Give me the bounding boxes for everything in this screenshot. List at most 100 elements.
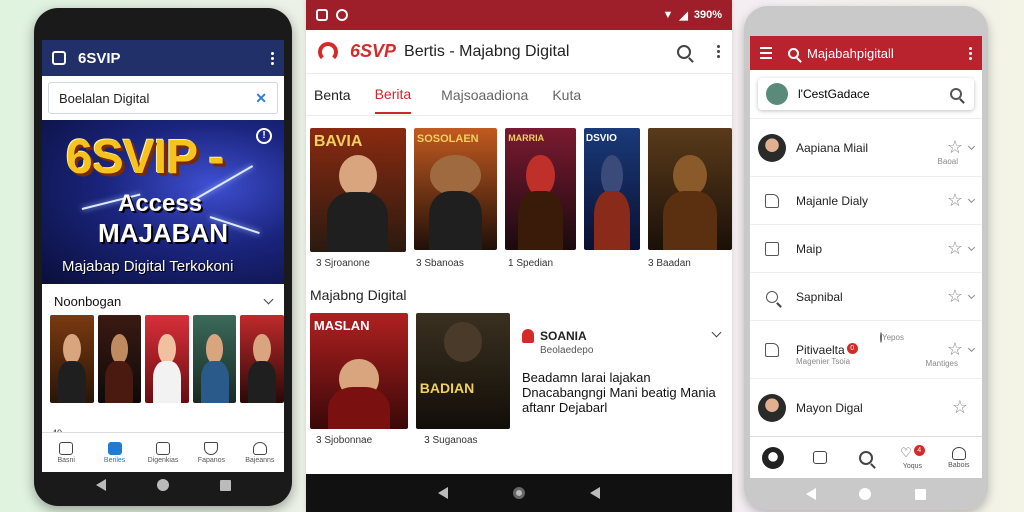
chevron-down-icon[interactable]: [967, 195, 976, 203]
extra-action[interactable]: Yepos: [880, 332, 904, 343]
left-search-bar[interactable]: Boelalan Digital ✕: [48, 82, 278, 114]
poster-title: DSVIO: [585, 132, 617, 144]
poster-card[interactable]: [192, 315, 237, 403]
star-icon[interactable]: ☆: [947, 190, 963, 211]
nav-item-account[interactable]: [750, 437, 796, 478]
list-item[interactable]: Mayon Digal ☆: [750, 379, 982, 437]
promo-banner[interactable]: 6SVIP - ! Access MAJABAN Majabap Digital…: [42, 120, 284, 284]
back-icon[interactable]: [438, 487, 449, 499]
left-system-nav: [34, 464, 292, 506]
back-icon[interactable]: [589, 487, 600, 499]
left-app-title: 6SVIP: [78, 49, 121, 67]
chevron-down-icon[interactable]: [967, 243, 976, 251]
poster-label: 3 Sjroanone: [316, 258, 370, 269]
tab-berita[interactable]: Berita: [374, 76, 412, 114]
search-icon: [859, 450, 874, 465]
poster-title: SOSOLAEN: [416, 132, 479, 145]
nav-item-profile[interactable]: Babois: [936, 437, 982, 478]
poster-title: MASLAN: [313, 317, 370, 333]
tab-bar: Benta Berita Majsoaadiona Kuta: [306, 74, 732, 116]
poster-card[interactable]: BAVIA: [310, 128, 406, 252]
poster-card[interactable]: DSVIO: [583, 128, 641, 250]
poster-label: 3 Suganoas: [424, 435, 478, 446]
list-item[interactable]: Pitivaelta 0 Yepos ☆ Magenier Tsoia Manti…: [750, 321, 982, 379]
history-icon[interactable]: [950, 88, 962, 100]
wifi-icon: ▼: [662, 9, 674, 21]
middle-app-bar: 6SVP Bertis - Majabng Digital: [306, 30, 732, 74]
chevron-down-icon[interactable]: [967, 344, 976, 352]
nav-item-favorites[interactable]: ♡ 4 Yoqus: [889, 437, 935, 478]
right-app-title: Majabahpigitall: [807, 45, 894, 61]
feature-card[interactable]: SOANIA Beolaedepo Beadamn larai lajakan …: [510, 303, 722, 446]
document-icon: [765, 342, 779, 357]
feature-description: Beadamn larai lajakan Dnacabangngi Mani …: [522, 370, 716, 415]
nav-label: Bajeanns: [245, 456, 275, 464]
poster-card[interactable]: SOSOLAEN: [413, 128, 498, 250]
banner-title: 6SVIP -: [66, 131, 225, 184]
list-item-label: Mayon Digal: [796, 400, 863, 415]
recents-icon[interactable]: [219, 479, 231, 491]
list-item[interactable]: Aapiana Miail ☆ Baoal: [750, 119, 982, 177]
nav-label: Yoqus: [902, 463, 923, 470]
search-icon[interactable]: [677, 44, 691, 59]
left-phone-screen: 6SVIP Boelalan Digital ✕ 6SVIP - ! Acces…: [42, 40, 284, 472]
poster-card[interactable]: BADIAN: [416, 313, 510, 429]
tab-majsoaadiona[interactable]: Majsoaadiona: [441, 77, 528, 113]
voice-search-icon[interactable]: ✕: [255, 90, 267, 107]
home-button-icon[interactable]: [512, 487, 525, 499]
poster-card[interactable]: MASLAN: [310, 313, 408, 429]
chevron-down-icon[interactable]: [263, 294, 274, 305]
right-search-bar[interactable]: l'CestGadace: [758, 78, 974, 110]
star-icon[interactable]: ☆: [947, 339, 963, 360]
back-icon[interactable]: [95, 479, 106, 491]
poster-card[interactable]: MARRIA: [505, 128, 576, 250]
app-logo-icon: [52, 51, 66, 65]
overflow-menu-icon[interactable]: [969, 46, 972, 60]
nav-item-search[interactable]: [843, 437, 889, 478]
search-icon[interactable]: [788, 47, 799, 59]
square-icon: [765, 241, 779, 256]
list-item-label: Maip: [796, 241, 823, 256]
heart-icon: ♡ 4: [900, 445, 925, 461]
poster-label: 3 Sbanoas: [416, 258, 464, 269]
list-item-label: Majanle Dialy: [796, 193, 869, 208]
star-icon[interactable]: ☆: [952, 397, 968, 418]
poster-card[interactable]: [97, 315, 142, 403]
poster-card[interactable]: [240, 315, 284, 403]
info-icon[interactable]: !: [256, 128, 272, 144]
list-item[interactable]: Maip ☆: [750, 225, 982, 273]
star-icon[interactable]: ☆: [947, 286, 963, 307]
avatar-icon: [762, 446, 785, 469]
home-button-icon[interactable]: [859, 488, 872, 500]
list-item[interactable]: Majanle Dialy ☆: [750, 177, 982, 225]
middle-phone: ▼ ◢ 390% 6SVP Bertis - Majabng Digital B…: [306, 0, 732, 512]
chevron-down-icon[interactable]: [967, 291, 976, 299]
nav-label: Digenkias: [147, 456, 179, 464]
left-section-header[interactable]: Noonbogan: [42, 284, 284, 315]
nav-item-library[interactable]: [796, 437, 842, 478]
right-search-text: l'CestGadace: [798, 87, 870, 101]
right-phone-screen: Majabahpigitall l'CestGadace Aapiana Mia…: [750, 36, 982, 478]
section-content: MASLAN BADIAN 3 Sjobonnae 3 Suganoas SOA…: [306, 303, 732, 446]
nav-label: Fapanos: [197, 456, 226, 464]
star-icon[interactable]: ☆: [947, 238, 963, 259]
poster-card[interactable]: [648, 128, 732, 250]
middle-section-title: Majabng Digital: [310, 287, 407, 303]
tab-kuta[interactable]: Kuta: [552, 77, 581, 113]
library-icon: [156, 441, 171, 455]
back-icon[interactable]: [805, 488, 816, 500]
home-button-icon[interactable]: [156, 479, 169, 491]
poster-title: BAVIA: [313, 132, 363, 150]
menu-icon[interactable]: [760, 47, 772, 59]
overflow-menu-icon[interactable]: [717, 45, 720, 58]
overflow-menu-icon[interactable]: [271, 51, 274, 65]
chevron-down-icon[interactable]: [967, 142, 976, 150]
status-bar: ▼ ◢ 390%: [306, 0, 732, 30]
right-phone: Majabahpigitall l'CestGadace Aapiana Mia…: [744, 6, 988, 510]
poster-card[interactable]: [50, 315, 94, 403]
list-item[interactable]: Sapnibal ☆: [750, 273, 982, 321]
tab-benta[interactable]: Benta: [314, 77, 351, 113]
star-icon[interactable]: ☆: [947, 137, 963, 158]
recents-icon[interactable]: [915, 488, 927, 500]
poster-card[interactable]: [145, 315, 189, 403]
